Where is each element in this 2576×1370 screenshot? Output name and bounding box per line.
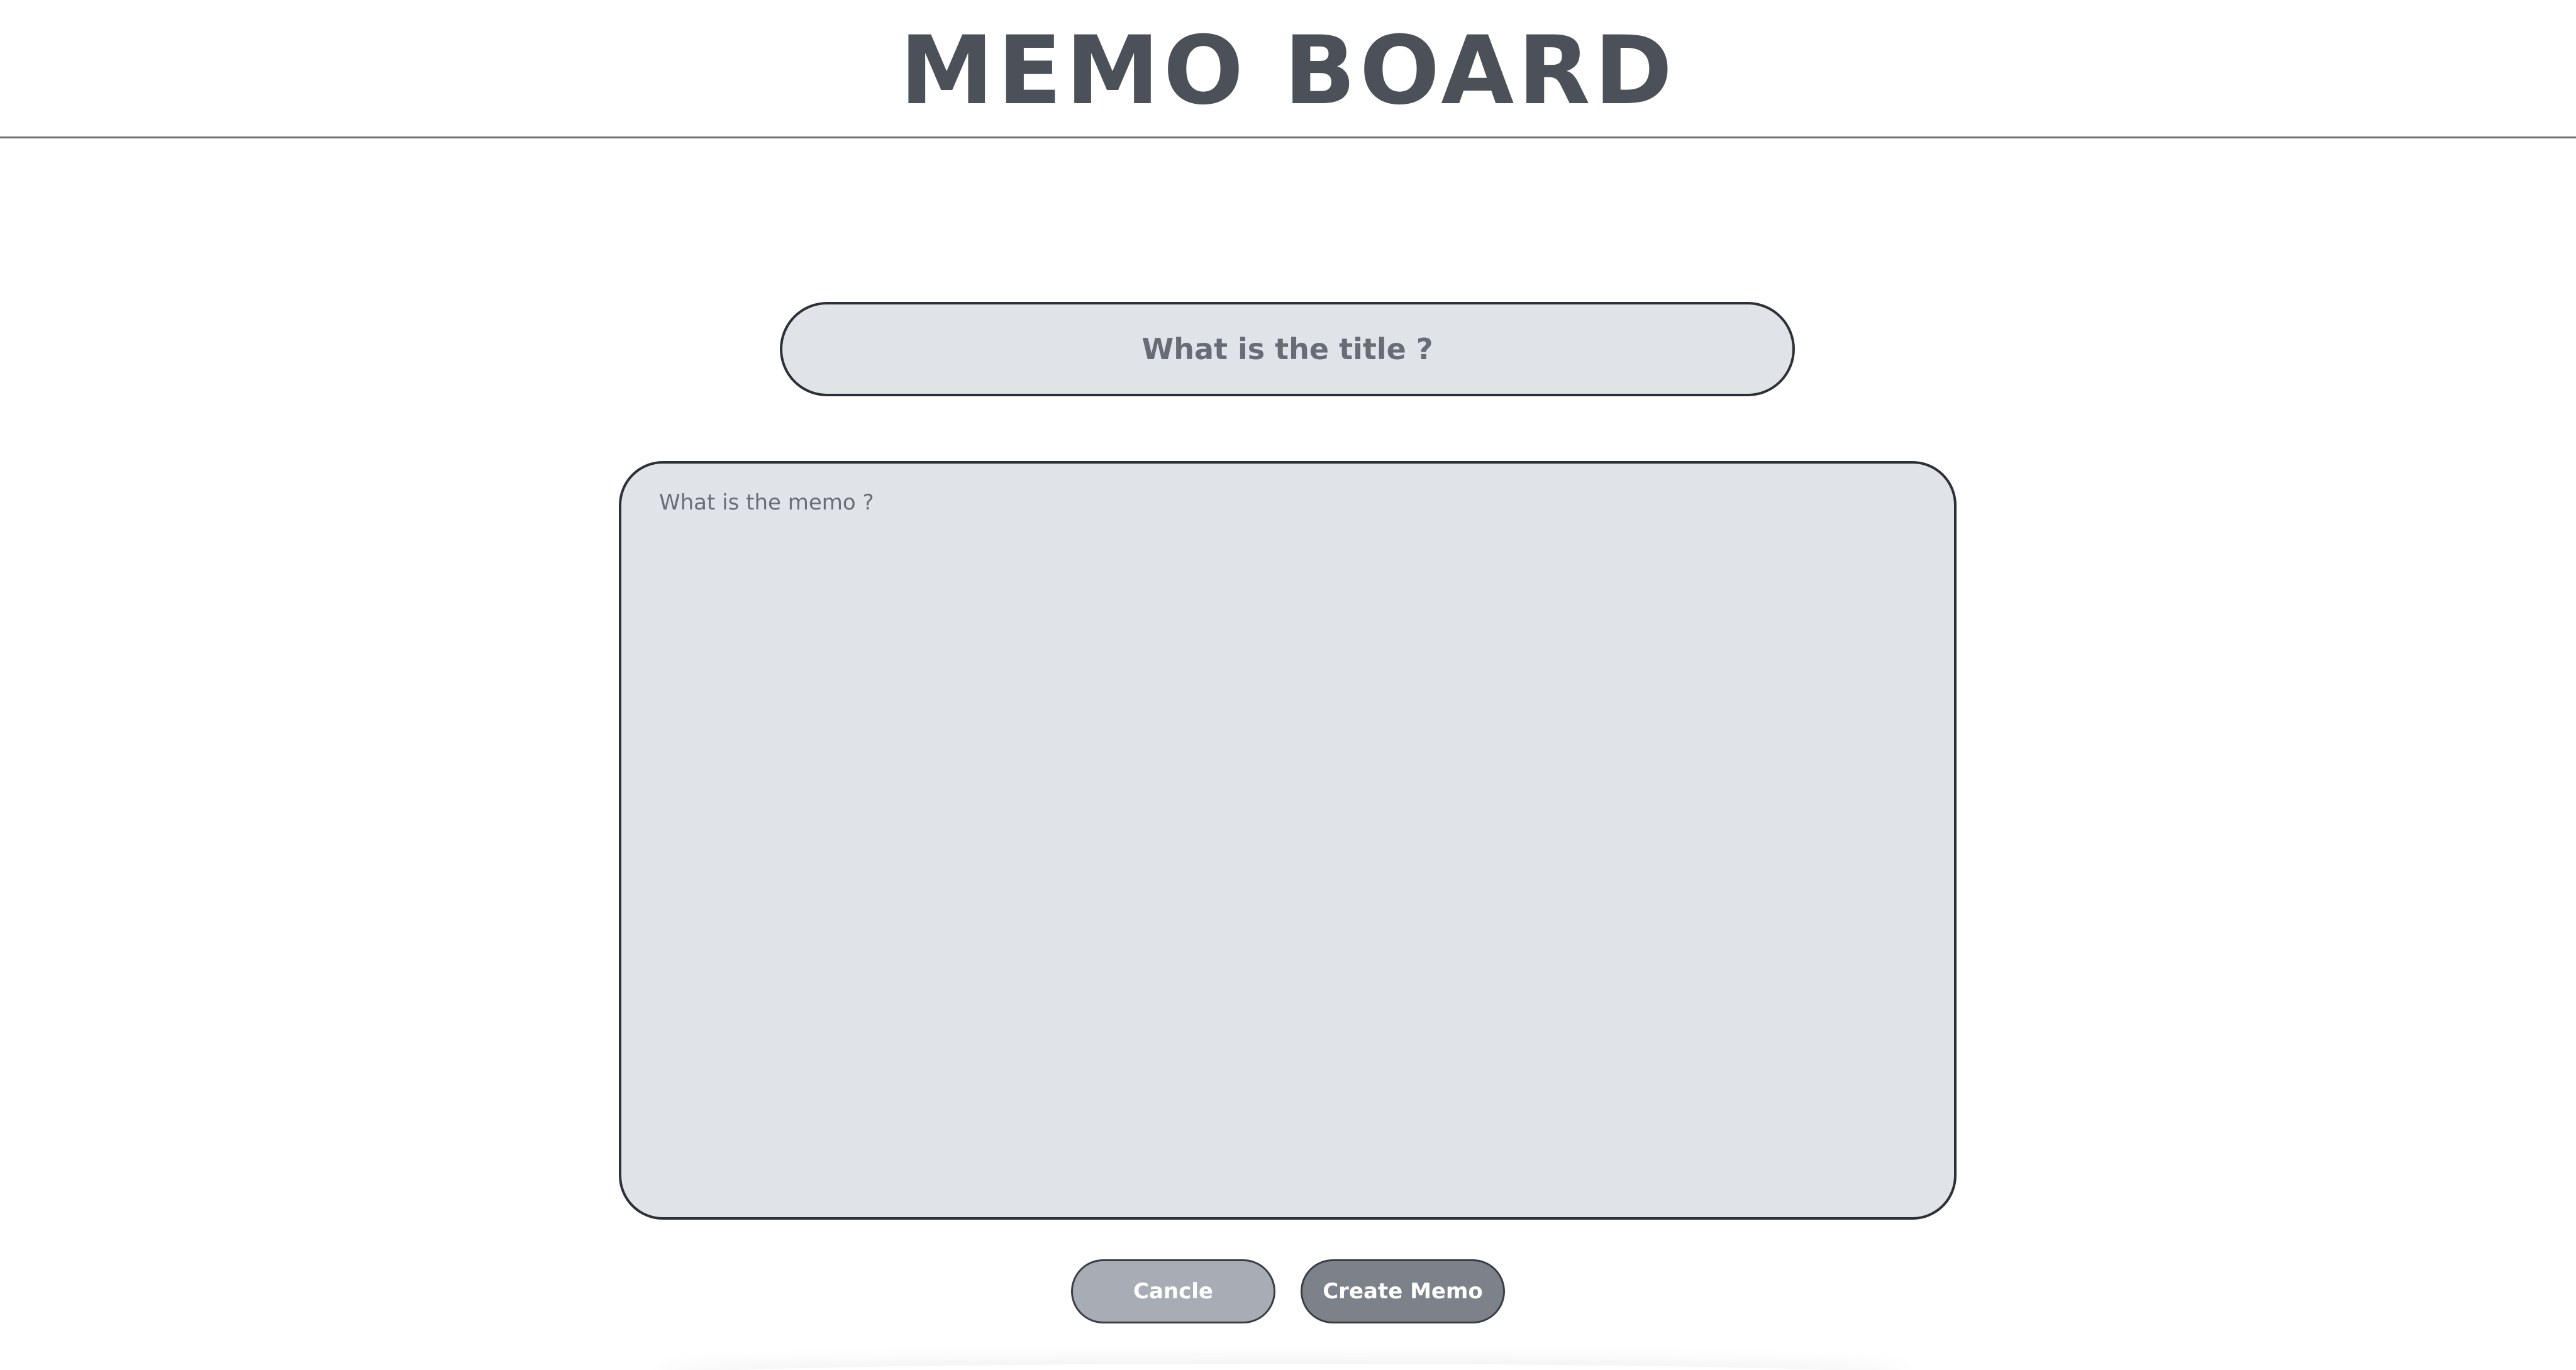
title-input[interactable] [780,302,1795,396]
app-title: MEMO BOARD [899,16,1677,126]
create-memo-button[interactable]: Create Memo [1301,1259,1505,1323]
bottom-shadow [654,1364,1912,1370]
memo-textarea[interactable] [619,461,1957,1220]
cancel-button[interactable]: Cancle [1071,1259,1275,1323]
app-header: MEMO BOARD [0,0,2576,138]
